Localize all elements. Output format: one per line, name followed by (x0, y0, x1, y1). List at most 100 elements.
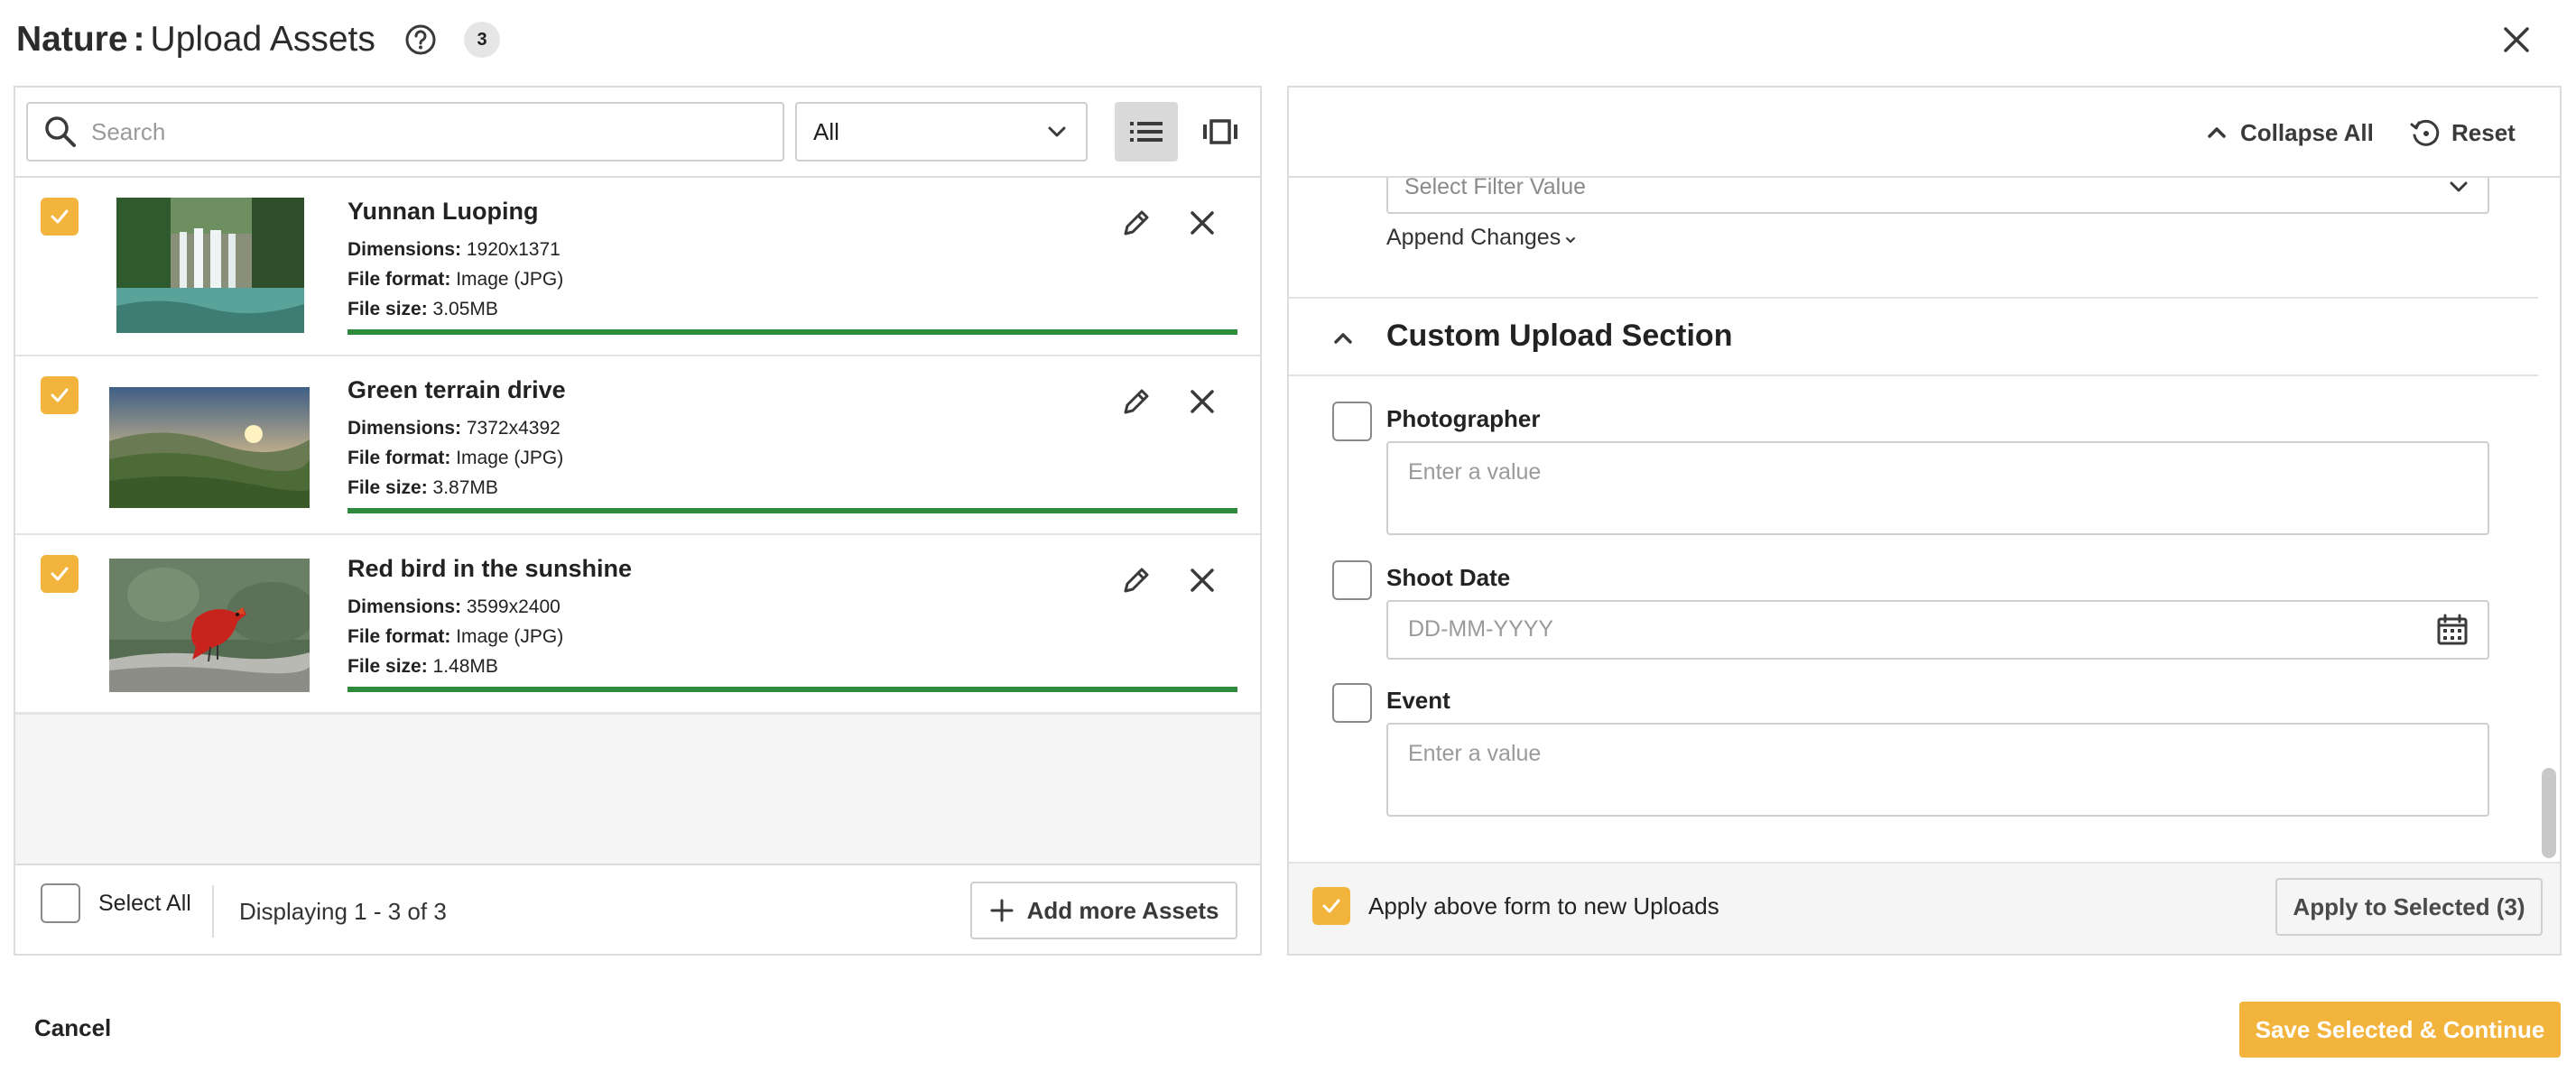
chevron-down-icon (1044, 119, 1070, 144)
metadata-footer: Apply above form to new Uploads Apply to… (1289, 862, 2560, 954)
asset-list-panel: All (14, 86, 1262, 956)
divider (1289, 297, 2538, 299)
search-box[interactable] (26, 102, 784, 162)
remove-icon[interactable] (1184, 205, 1220, 241)
help-icon[interactable] (403, 22, 439, 58)
search-input[interactable] (91, 117, 777, 146)
format-label: File format: (347, 626, 451, 647)
save-selected-continue-button[interactable]: Save Selected & Continue (2239, 1002, 2561, 1058)
check-icon (51, 209, 69, 224)
asset-checkbox[interactable] (41, 376, 79, 414)
edit-icon[interactable] (1118, 205, 1154, 241)
section-title: Custom Upload Section (1386, 319, 1733, 353)
check-icon (51, 388, 69, 402)
carousel-view-icon (1203, 119, 1237, 144)
asset-size: File size: 3.05MB (347, 294, 1237, 324)
metadata-panel: Collapse All Reset Select Filter Value A… (1287, 86, 2562, 956)
apply-form-checkbox[interactable] (1312, 887, 1350, 925)
apply-form-label: Apply above form to new Uploads (1368, 892, 1719, 920)
asset-list: Yunnan Luoping Dimensions: 1920x1371 Fil… (15, 178, 1260, 714)
asset-row[interactable]: Green terrain drive Dimensions: 7372x439… (15, 356, 1260, 535)
size-value: 1.48MB (432, 656, 498, 677)
list-view-button[interactable] (1115, 102, 1178, 162)
event-input[interactable]: Enter a value (1386, 723, 2489, 817)
asset-size: File size: 1.48MB (347, 652, 1237, 681)
format-value: Image (JPG) (456, 626, 564, 647)
add-more-assets-button[interactable]: Add more Assets (970, 882, 1237, 939)
size-value: 3.87MB (432, 477, 498, 498)
asset-dimensions: Dimensions: 1920x1371 (347, 235, 1237, 264)
append-changes-toggle[interactable]: Append Changes (1386, 225, 1577, 251)
check-icon (1322, 899, 1340, 913)
asset-info: Red bird in the sunshine Dimensions: 359… (347, 555, 1237, 681)
asset-checkbox[interactable] (41, 198, 79, 236)
upload-progress-fill (347, 687, 1237, 692)
remove-icon[interactable] (1184, 384, 1220, 420)
apply-to-selected-button[interactable]: Apply to Selected (3) (2275, 878, 2543, 936)
reset-icon (2408, 116, 2442, 150)
remove-icon[interactable] (1184, 562, 1220, 598)
dialog-title: Nature : Upload Assets (16, 16, 375, 63)
upload-progress-bar (347, 687, 1237, 692)
asset-dimensions: Dimensions: 3599x2400 (347, 592, 1237, 622)
upload-progress-bar (347, 508, 1237, 513)
asset-row[interactable]: Red bird in the sunshine Dimensions: 359… (15, 535, 1260, 714)
event-checkbox[interactable] (1332, 683, 1372, 723)
form-scrollbar[interactable] (2540, 180, 2556, 862)
divider (212, 885, 214, 938)
chevron-down-icon (1564, 234, 1577, 246)
section-collapse-icon[interactable] (1325, 320, 1361, 356)
asset-name: Red bird in the sunshine (347, 555, 633, 582)
chevron-down-icon (2446, 174, 2471, 199)
photographer-checkbox[interactable] (1332, 402, 1372, 441)
close-icon[interactable] (2498, 22, 2534, 58)
type-filter-value: All (813, 117, 839, 145)
collapse-all-button[interactable]: Collapse All (2204, 115, 2374, 151)
cancel-button[interactable]: Cancel (34, 1014, 111, 1042)
calendar-icon[interactable] (2435, 613, 2469, 647)
search-icon (42, 114, 79, 150)
asset-name: Green terrain drive (347, 376, 566, 403)
asset-toolbar: All (15, 88, 1260, 178)
select-all[interactable]: Select All (41, 883, 191, 923)
dimensions-value: 3599x2400 (466, 596, 561, 617)
dimensions-label: Dimensions: (347, 596, 462, 617)
type-filter-select[interactable]: All (795, 102, 1088, 162)
dimensions-label: Dimensions: (347, 418, 462, 439)
upload-progress-fill (347, 508, 1237, 513)
add-more-assets-label: Add more Assets (1026, 896, 1219, 924)
select-all-checkbox[interactable] (41, 883, 80, 923)
collection-name: Nature (16, 20, 128, 59)
dimensions-value: 7372x4392 (466, 418, 561, 439)
waterfall-image (116, 198, 304, 333)
check-icon (51, 567, 69, 581)
collapse-all-label: Collapse All (2240, 118, 2374, 146)
event-label: Event (1386, 687, 1450, 714)
size-value: 3.05MB (432, 299, 498, 319)
asset-checkbox[interactable] (41, 555, 79, 593)
photographer-label: Photographer (1386, 405, 1541, 432)
landscape-image (109, 387, 310, 508)
asset-size: File size: 3.87MB (347, 473, 1237, 503)
cardinal-bird-image (109, 559, 310, 692)
chevron-up-icon (2204, 120, 2229, 145)
size-label: File size: (347, 299, 428, 319)
photographer-input[interactable]: Enter a value (1386, 441, 2489, 535)
asset-list-footer: Select All Displaying 1 - 3 of 3 Add mor… (15, 864, 1260, 954)
edit-icon[interactable] (1118, 384, 1154, 420)
shoot-date-input[interactable]: DD-MM-YYYY (1386, 600, 2489, 660)
metadata-toolbar: Collapse All Reset (1289, 88, 2560, 178)
apply-form-to-new-uploads[interactable]: Apply above form to new Uploads (1312, 887, 1719, 925)
drop-zone (15, 714, 1260, 864)
upload-progress-bar (347, 329, 1237, 335)
asset-row[interactable]: Yunnan Luoping Dimensions: 1920x1371 Fil… (15, 178, 1260, 356)
asset-name: Yunnan Luoping (347, 198, 539, 225)
carousel-view-button[interactable] (1189, 102, 1252, 162)
reset-button[interactable]: Reset (2408, 115, 2516, 151)
shoot-date-checkbox[interactable] (1332, 560, 1372, 600)
edit-icon[interactable] (1118, 562, 1154, 598)
format-label: File format: (347, 269, 451, 290)
title-separator: : (133, 20, 145, 59)
form-scroll-thumb[interactable] (2542, 768, 2556, 858)
shoot-date-label: Shoot Date (1386, 564, 1511, 591)
